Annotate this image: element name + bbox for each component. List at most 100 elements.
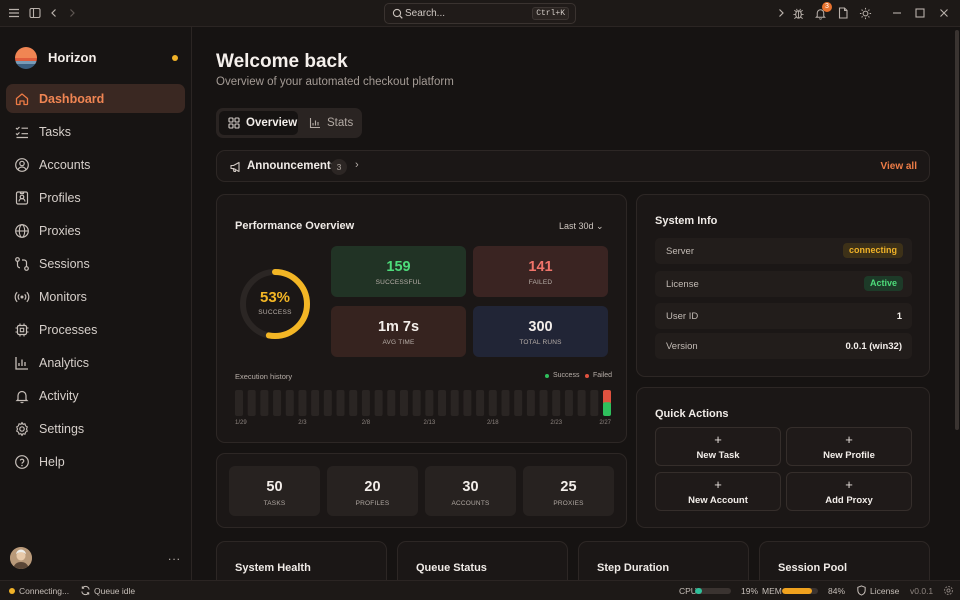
mem-label: MEM: [762, 586, 782, 596]
history-bar-empty: [323, 390, 332, 416]
server-status-badge: connecting: [842, 243, 903, 258]
minimize-icon[interactable]: [890, 6, 904, 20]
search-bar[interactable]: Ctrl+K: [384, 3, 576, 24]
history-bar-empty: [514, 390, 523, 416]
sidebar-item-processes[interactable]: Processes: [6, 315, 185, 344]
history-bar-empty: [412, 390, 421, 416]
tab-stats[interactable]: Stats: [300, 111, 358, 135]
license-status[interactable]: License: [870, 586, 899, 596]
tab-overview[interactable]: Overview: [219, 111, 298, 135]
memory-meter-fill: [782, 588, 813, 594]
avatar[interactable]: [10, 547, 32, 569]
sidebar-item-analytics[interactable]: Analytics: [6, 348, 185, 377]
list-checks-icon: [14, 124, 30, 140]
connection-status-dot: [172, 55, 178, 61]
proxies-count-tile[interactable]: 25 PROXIES: [523, 466, 614, 516]
sun-theme-icon[interactable]: [858, 6, 872, 20]
sidebar-item-activity[interactable]: Activity: [6, 381, 185, 410]
history-bar-empty: [590, 390, 599, 416]
range-select[interactable]: Last 30d ⌄: [559, 221, 604, 232]
chevron-right-icon[interactable]: [774, 6, 788, 20]
radio-signal-icon: [14, 289, 30, 305]
sidebar-item-sessions[interactable]: Sessions: [6, 249, 185, 278]
plus-icon: +: [845, 432, 853, 447]
view-all-link[interactable]: View all: [880, 161, 917, 172]
info-row-license: License Active: [655, 271, 912, 297]
sidebar-item-monitors[interactable]: Monitors: [6, 282, 185, 311]
sidebar-item-settings[interactable]: Settings: [6, 414, 185, 443]
sidebar-item-tasks[interactable]: Tasks: [6, 117, 185, 146]
globe-icon: [14, 223, 30, 239]
mem-value: 84%: [828, 586, 846, 596]
history-bar-failed: [603, 390, 611, 405]
history-bar-empty: [285, 390, 294, 416]
legend-success: Success: [545, 372, 579, 379]
add-proxy-button[interactable]: + Add Proxy: [786, 472, 912, 511]
more-options-icon[interactable]: ...: [168, 549, 181, 563]
view-tabs: Overview Stats: [216, 108, 362, 138]
history-bar-empty: [349, 390, 358, 416]
forward-icon[interactable]: [65, 6, 79, 20]
success-rate: 53%: [259, 289, 291, 306]
gear-icon: [14, 421, 30, 437]
history-bar-empty: [311, 390, 320, 416]
search-icon: [391, 7, 405, 21]
plus-icon: +: [845, 477, 853, 492]
sidebar-item-proxies[interactable]: Proxies: [6, 216, 185, 245]
page-title: Welcome back: [216, 51, 348, 72]
system-info-card: System Info Server connecting License Ac…: [636, 194, 930, 377]
settings-gear-icon[interactable]: [943, 585, 954, 596]
status-bar: Connecting... Queue idle CPU 19% MEM 84%…: [0, 580, 960, 600]
new-account-button[interactable]: + New Account: [655, 472, 781, 511]
close-icon[interactable]: [937, 6, 951, 20]
announcements-bar[interactable]: Announcements 3 › View all: [216, 150, 930, 182]
history-bar-empty: [552, 390, 561, 416]
sidebar-item-help[interactable]: Help: [6, 447, 185, 476]
total-runs-tile: 300 TOTAL RUNS: [473, 306, 608, 357]
tasks-count-tile[interactable]: 50 TASKS: [229, 466, 320, 516]
history-bar-empty: [450, 390, 459, 416]
id-badge-icon: [14, 190, 30, 206]
shield-icon: [856, 585, 867, 596]
history-tick-label: 2/27: [599, 420, 611, 425]
chevron-down-icon: ⌄: [596, 221, 604, 231]
profiles-count-tile[interactable]: 20 PROFILES: [327, 466, 418, 516]
page-subtitle: Overview of your automated checkout plat…: [216, 76, 454, 88]
app-version: v0.0.1: [910, 586, 934, 596]
performance-overview-card: Performance Overview Last 30d ⌄ 53% SUCC…: [216, 194, 627, 443]
new-task-button[interactable]: + New Task: [655, 427, 781, 466]
sidebar-toggle-icon[interactable]: [28, 6, 42, 20]
history-bar-empty: [476, 390, 485, 416]
main-scrollbar[interactable]: [955, 30, 959, 430]
history-bar-empty: [374, 390, 383, 416]
history-bar-empty: [336, 390, 345, 416]
home-icon: [14, 91, 30, 107]
history-tick-label: 2/3: [298, 420, 307, 425]
route-icon: [14, 256, 30, 272]
execution-history-chart: 1/29 2/3 2/8 2/13 2/18 2/23 2/27: [235, 390, 611, 425]
cpu-value: 19%: [741, 586, 759, 596]
bug-icon[interactable]: [791, 6, 805, 20]
sidebar: Horizon Dashboard Tasks Accounts Profile…: [0, 27, 192, 580]
menu-icon[interactable]: [7, 6, 21, 20]
maximize-icon[interactable]: [913, 6, 927, 20]
brand-name: Horizon: [48, 50, 97, 65]
back-icon[interactable]: [47, 6, 61, 20]
memory-meter: [782, 588, 818, 594]
accounts-count-tile[interactable]: 30 ACCOUNTS: [425, 466, 516, 516]
chevron-right-icon[interactable]: ›: [355, 159, 359, 171]
failed-tile: 141 FAILED: [473, 246, 608, 297]
refresh-icon: [80, 585, 91, 596]
plus-icon: +: [714, 432, 722, 447]
bell-icon: [14, 388, 30, 404]
history-bar-empty: [247, 390, 256, 416]
avg-time-tile: 1m 7s AVG TIME: [331, 306, 466, 357]
sidebar-item-profiles[interactable]: Profiles: [6, 183, 185, 212]
sidebar-item-accounts[interactable]: Accounts: [6, 150, 185, 179]
new-profile-button[interactable]: + New Profile: [786, 427, 912, 466]
quick-actions-card: Quick Actions + New Task + New Profile +…: [636, 387, 930, 528]
document-icon[interactable]: [836, 6, 850, 20]
search-input[interactable]: [405, 6, 515, 21]
sidebar-item-dashboard[interactable]: Dashboard: [6, 84, 185, 113]
history-bar-empty: [298, 390, 307, 416]
